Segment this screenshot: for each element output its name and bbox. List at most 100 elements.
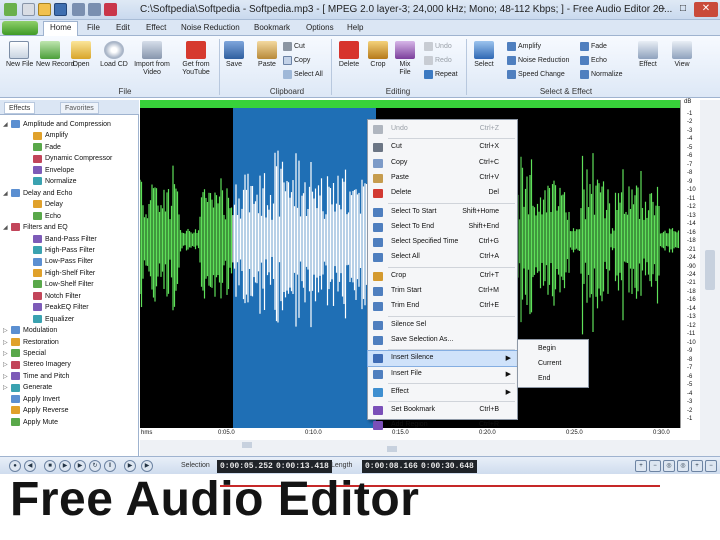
tree-item[interactable]: Equalizer xyxy=(33,314,74,325)
noise-reduction-button[interactable]: Noise Reduction xyxy=(507,55,569,66)
play-selection-button[interactable]: ▶ xyxy=(74,460,86,472)
new-record-button[interactable]: New Record xyxy=(36,41,75,69)
menu-item-add-region[interactable]: Add Region Ctrl+R xyxy=(368,418,517,433)
forward-button[interactable]: ▶ xyxy=(141,460,153,472)
loop-button[interactable]: ↻ xyxy=(89,460,101,472)
horizontal-scrollbar[interactable] xyxy=(140,440,700,456)
menu-item-select-all[interactable]: Select All Ctrl+A xyxy=(368,250,517,265)
tree-category[interactable]: Delay and Echo xyxy=(11,188,72,199)
submenu-item-end[interactable]: End xyxy=(538,375,550,382)
save-button[interactable]: Save xyxy=(222,41,246,69)
tree-item[interactable]: High-Pass Filter xyxy=(33,245,95,256)
tree-category[interactable]: Generate xyxy=(11,382,52,393)
zoom-full-icon[interactable]: ◎ xyxy=(677,460,689,472)
tab-home[interactable]: Home xyxy=(43,21,79,36)
tree-expander[interactable]: ▷ xyxy=(3,373,8,380)
tree-item[interactable]: PeakEQ Filter xyxy=(33,302,89,313)
zoom-vertical-in-icon[interactable]: + xyxy=(691,460,703,472)
fade-button[interactable]: Fade xyxy=(580,41,607,52)
tab-options[interactable]: Options xyxy=(306,23,334,32)
quick-new-icon[interactable] xyxy=(22,3,35,16)
menu-item-delete[interactable]: Delete Del xyxy=(368,186,517,201)
tab-edit[interactable]: Edit xyxy=(116,23,130,32)
tree-category[interactable]: Apply Mute xyxy=(11,417,58,428)
zoom-out-icon[interactable]: − xyxy=(649,460,661,472)
vertical-scrollbar[interactable] xyxy=(700,100,720,456)
tree-item[interactable]: Band-Pass Filter xyxy=(33,234,97,245)
tree-item[interactable]: Envelope xyxy=(33,165,74,176)
menu-item-save-selection-as[interactable]: Save Selection As... xyxy=(368,333,517,348)
tree-expander[interactable]: ▷ xyxy=(3,339,8,346)
menu-item-set-bookmark[interactable]: Set Bookmark Ctrl+B xyxy=(368,403,517,418)
speed-change-button[interactable]: Speed Change xyxy=(507,69,565,80)
tree-item[interactable]: Dynamic Compressor xyxy=(33,153,112,164)
menu-item-cut[interactable]: Cut Ctrl+X xyxy=(368,140,517,155)
vertical-scroll-thumb[interactable] xyxy=(705,250,715,290)
load-cd-button[interactable]: Load CD xyxy=(100,41,128,69)
tab-effects[interactable]: Effects xyxy=(4,102,36,114)
maximize-button[interactable]: □ xyxy=(673,2,693,17)
tree-category[interactable]: Modulation xyxy=(11,325,57,336)
menu-item-effect[interactable]: Effect ▶ xyxy=(368,385,517,400)
get-from-youtube-button[interactable]: Get from YouTube xyxy=(176,41,216,77)
minimize-button[interactable]: – xyxy=(652,2,672,17)
tab-file[interactable]: File xyxy=(87,23,100,32)
quick-save-icon[interactable] xyxy=(54,3,67,16)
app-menu-button[interactable] xyxy=(2,21,38,35)
record-button[interactable]: ● xyxy=(9,460,21,472)
tree-category[interactable]: Apply Invert xyxy=(11,394,60,405)
tree-expander[interactable]: ◢ xyxy=(3,190,8,197)
import-from-video-button[interactable]: Import from Video xyxy=(132,41,172,77)
crop-button[interactable]: Crop xyxy=(366,41,390,69)
undo-button[interactable]: Undo xyxy=(424,41,452,52)
tree-expander[interactable]: ▷ xyxy=(3,384,8,391)
menu-item-silence-sel[interactable]: Silence Sel xyxy=(368,318,517,333)
tree-item[interactable]: Normalize xyxy=(33,176,77,187)
pause-button[interactable]: ‖ xyxy=(104,460,116,472)
menu-item-select-specified-time[interactable]: Select Specified Time Ctrl+G xyxy=(368,235,517,250)
menu-item-insert-file[interactable]: Insert File ▶ xyxy=(368,367,517,382)
play-button[interactable]: ▶ xyxy=(59,460,71,472)
amplify-button[interactable]: Amplify xyxy=(507,41,541,52)
tree-expander[interactable]: ◢ xyxy=(3,121,8,128)
new-file-button[interactable]: New File xyxy=(6,41,33,69)
menu-item-undo[interactable]: Undo Ctrl+Z xyxy=(368,122,517,137)
tree-item[interactable]: Delay xyxy=(33,199,63,210)
horizontal-scroll-thumb[interactable] xyxy=(387,446,397,452)
go-to-end-button[interactable]: ▶ xyxy=(124,460,136,472)
tab-bookmark[interactable]: Bookmark xyxy=(254,23,290,32)
menu-item-paste[interactable]: Paste Ctrl+V xyxy=(368,171,517,186)
select-button[interactable]: Select xyxy=(470,41,498,69)
stop-button[interactable]: ■ xyxy=(44,460,56,472)
tree-category[interactable]: Filters and EQ xyxy=(11,222,68,233)
submenu-item-current[interactable]: Current xyxy=(538,360,561,367)
effect-button[interactable]: Effect xyxy=(634,41,662,69)
menu-item-trim-start[interactable]: Trim Start Ctrl+M xyxy=(368,284,517,299)
tree-expander[interactable]: ◢ xyxy=(3,224,8,231)
tree-category[interactable]: Stereo Imagery xyxy=(11,359,71,370)
quick-open-icon[interactable] xyxy=(38,3,51,16)
zoom-selection-icon[interactable]: ◎ xyxy=(663,460,675,472)
tree-category[interactable]: Apply Reverse xyxy=(11,405,69,416)
quick-redo-icon[interactable] xyxy=(88,3,101,16)
select-all-button[interactable]: Select All xyxy=(283,69,323,80)
tab-help[interactable]: Help xyxy=(347,23,363,32)
tree-item[interactable]: Amplify xyxy=(33,130,68,141)
quick-delete-icon[interactable] xyxy=(104,3,117,16)
tree-category[interactable]: Time and Pitch xyxy=(11,371,69,382)
tree-category[interactable]: Amplitude and Compression xyxy=(11,119,111,130)
tree-expander[interactable]: ▷ xyxy=(3,327,8,334)
echo-button[interactable]: Echo xyxy=(580,55,607,66)
view-button[interactable]: View xyxy=(668,41,696,69)
zoom-in-icon[interactable]: + xyxy=(635,460,647,472)
tree-item[interactable]: High-Shelf Filter xyxy=(33,268,95,279)
tree-item[interactable]: Fade xyxy=(33,142,61,153)
mix-file-button[interactable]: Mix File xyxy=(394,41,416,77)
tree-item[interactable]: Echo xyxy=(33,211,61,222)
horizontal-scroll-marker[interactable] xyxy=(242,442,252,448)
tab-favorites[interactable]: Favorites xyxy=(60,102,99,114)
redo-button[interactable]: Redo xyxy=(424,55,452,66)
menu-item-select-to-end[interactable]: Select To End Shift+End xyxy=(368,220,517,235)
normalize-button[interactable]: Normalize xyxy=(580,69,623,80)
tree-item[interactable]: Low-Shelf Filter xyxy=(33,279,94,290)
